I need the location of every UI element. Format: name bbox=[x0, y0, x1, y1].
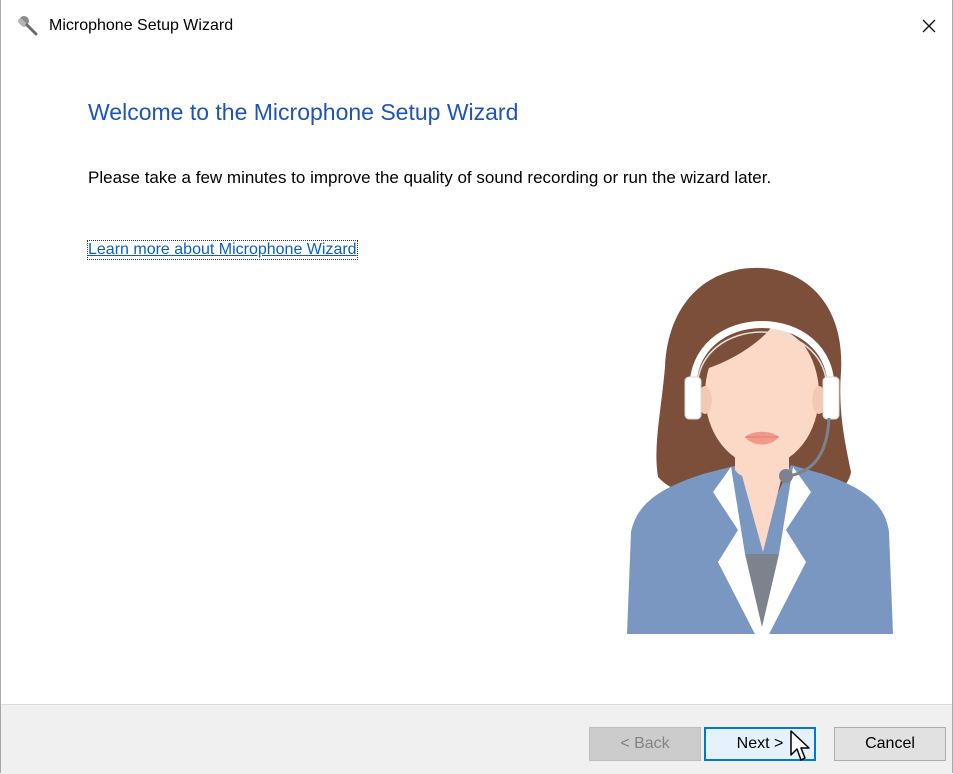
learn-more-link[interactable]: Learn more about Microphone Wizard bbox=[87, 240, 358, 260]
microphone-icon bbox=[17, 15, 39, 37]
title-bar: Microphone Setup Wizard bbox=[1, 0, 952, 52]
cancel-button[interactable]: Cancel bbox=[834, 727, 946, 761]
page-description: Please take a few minutes to improve the… bbox=[88, 168, 772, 187]
next-button[interactable]: Next > bbox=[704, 727, 816, 761]
close-icon bbox=[922, 19, 936, 33]
button-bar: < Back Next > Cancel bbox=[1, 704, 952, 774]
back-button[interactable]: < Back bbox=[589, 727, 701, 761]
close-button[interactable] bbox=[906, 0, 952, 52]
page-title: Welcome to the Microphone Setup Wizard bbox=[88, 99, 519, 125]
headset-operator-illustration bbox=[627, 267, 893, 640]
window-title: Microphone Setup Wizard bbox=[49, 17, 234, 34]
wizard-content: Welcome to the Microphone Setup Wizard P… bbox=[1, 52, 952, 704]
wizard-window: Microphone Setup Wizard Welcome to the M… bbox=[0, 0, 953, 774]
